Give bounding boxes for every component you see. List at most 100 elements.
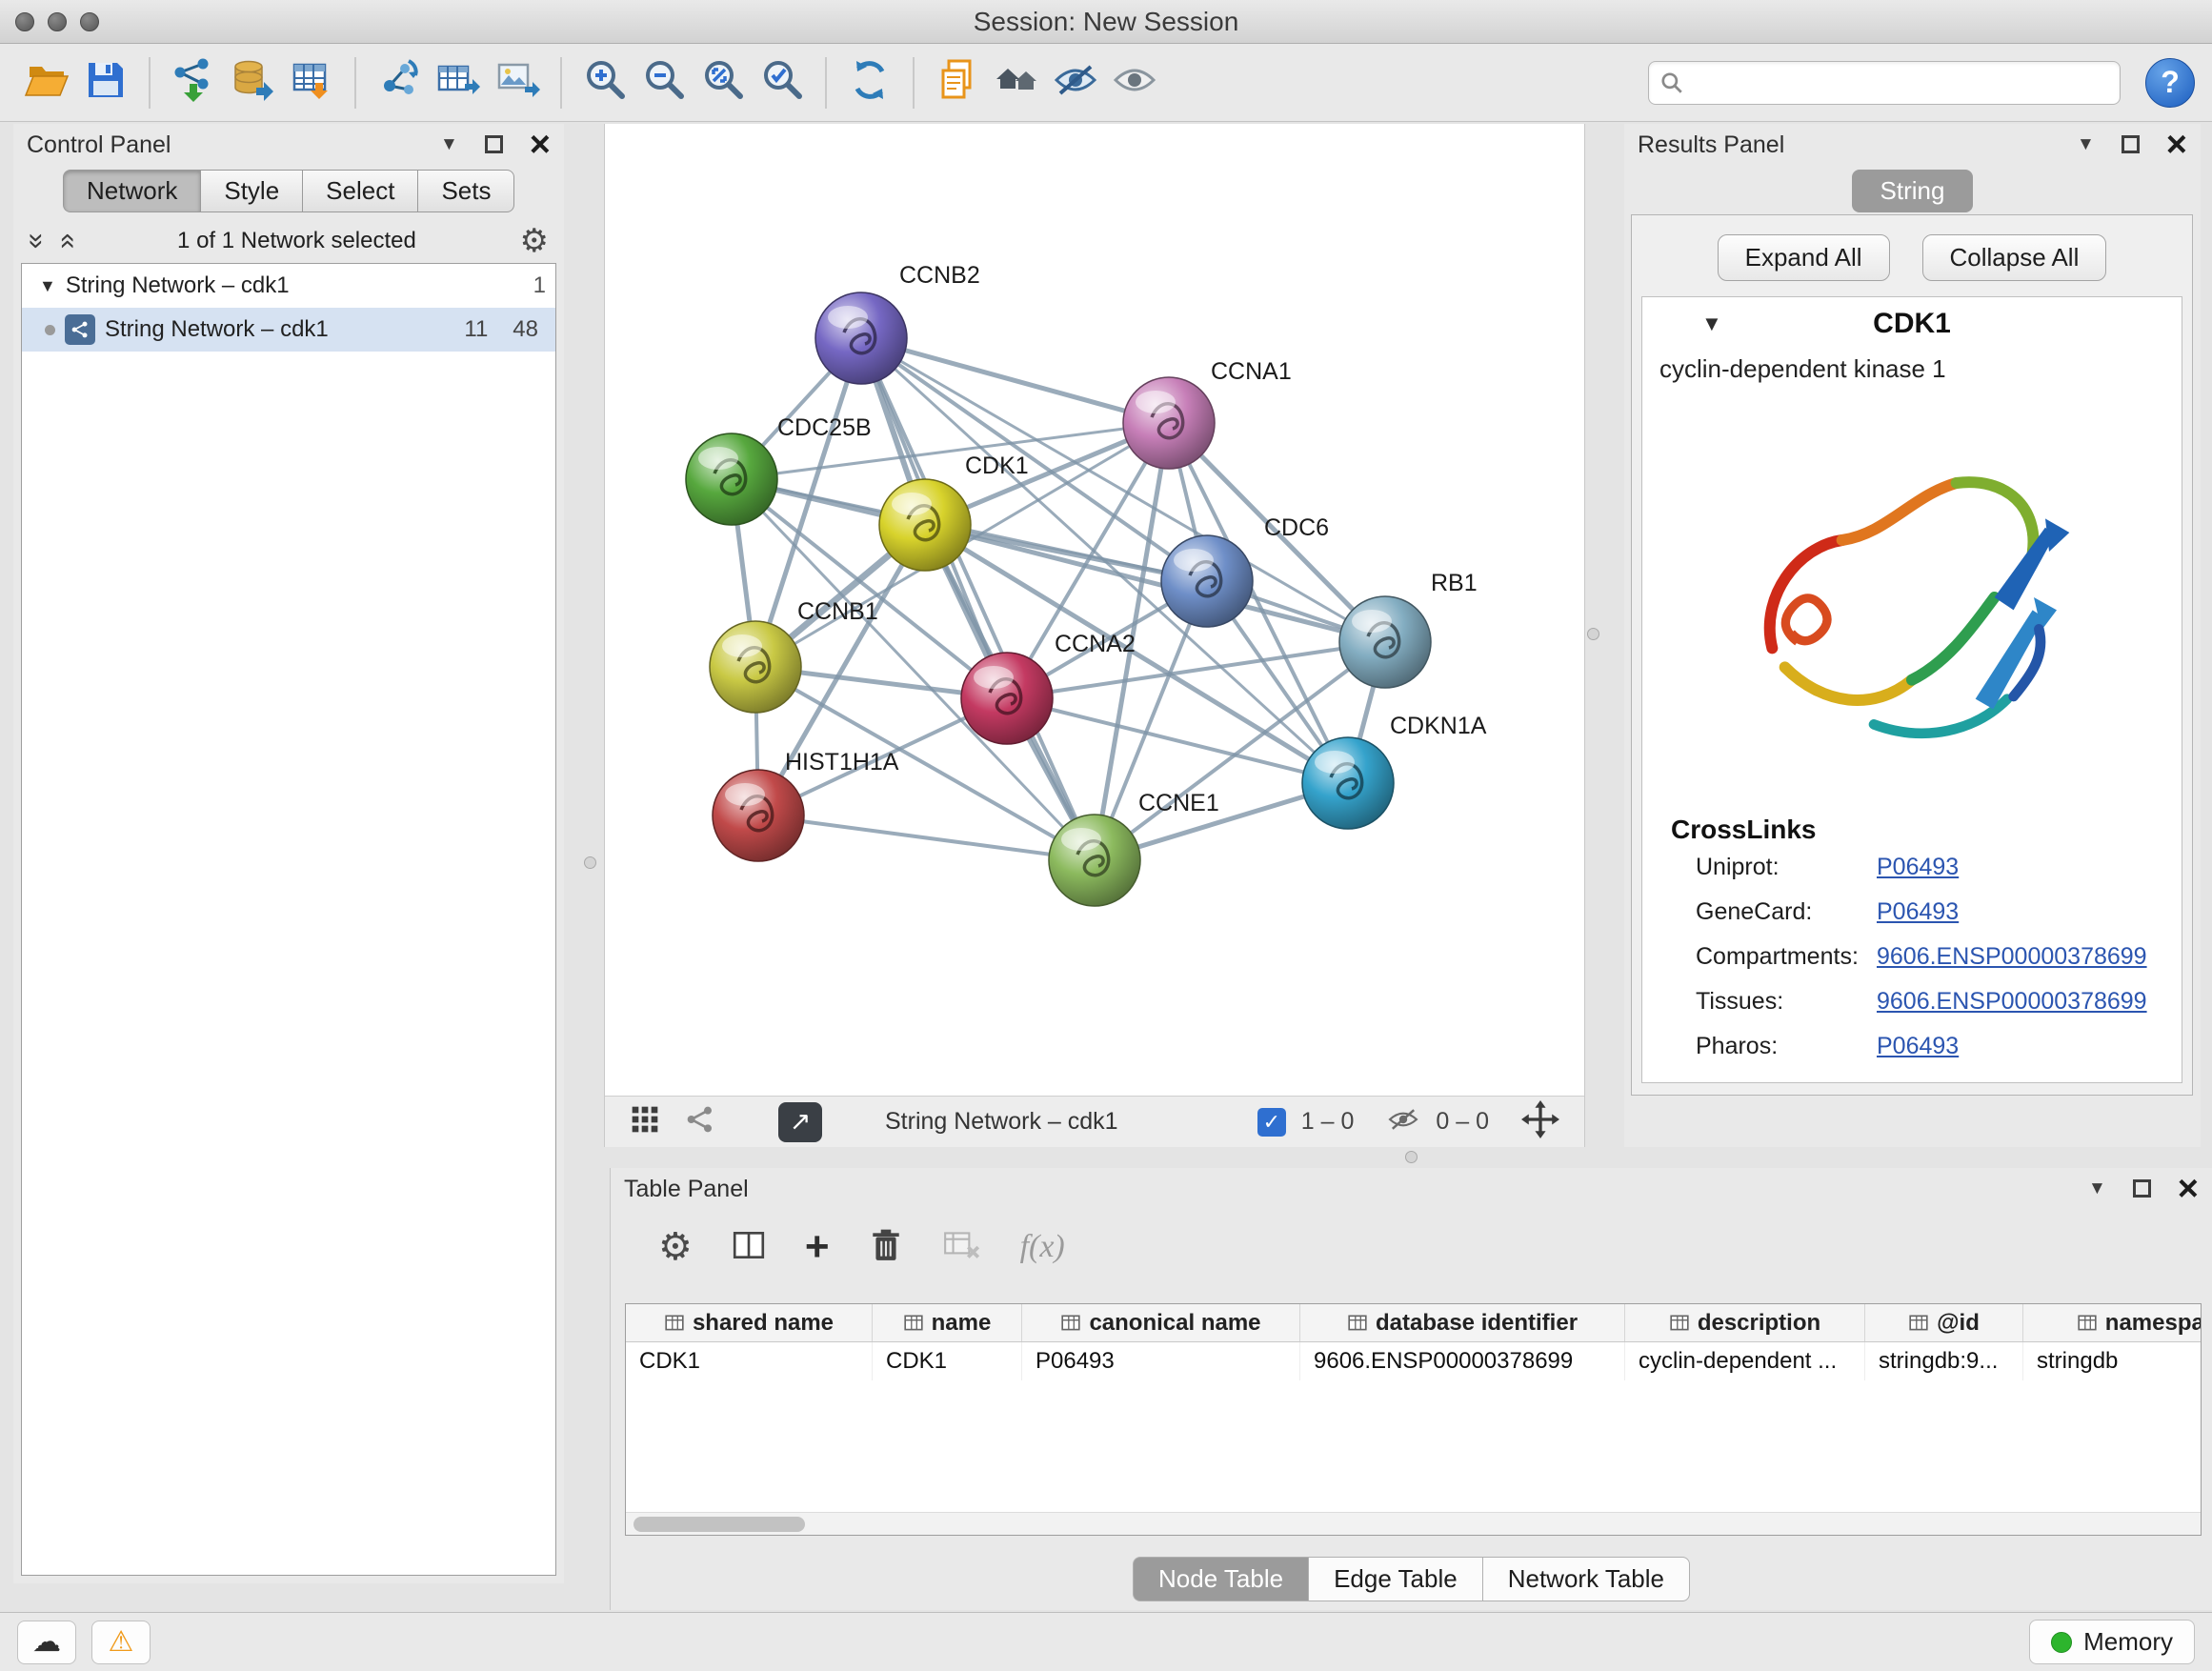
table-settings-gear-icon[interactable]: ⚙ (658, 1228, 693, 1266)
gear-icon[interactable]: ⚙ (520, 225, 549, 257)
tab-node-table[interactable]: Node Table (1133, 1557, 1308, 1601)
tab-style[interactable]: Style (200, 170, 302, 212)
network-node-CCNA1[interactable] (1123, 377, 1215, 469)
clear-table-icon[interactable] (942, 1227, 982, 1268)
export-table-button[interactable] (429, 53, 488, 112)
tab-sets[interactable]: Sets (417, 170, 514, 212)
tree-expand-icon[interactable]: ▼ (39, 276, 56, 296)
column-header-shared-name[interactable]: shared name (626, 1304, 873, 1341)
import-network-file-button[interactable] (164, 53, 223, 112)
splitter-handle[interactable] (1405, 1151, 1418, 1163)
network-edge-CCNB2-CCNE1[interactable] (861, 338, 1095, 860)
splitter-handle[interactable] (1587, 628, 1599, 640)
crosslink-value-link[interactable]: P06493 (1877, 1033, 1959, 1060)
network-node-CDKN1A[interactable] (1302, 737, 1394, 829)
refresh-layout-button[interactable] (840, 53, 899, 112)
network-collection-row[interactable]: ▼ String Network – cdk1 1 (22, 264, 555, 308)
panel-close-icon[interactable]: × (2166, 131, 2187, 159)
add-column-icon[interactable]: + (805, 1230, 830, 1263)
window-close-button[interactable] (15, 12, 34, 31)
column-header-canonical-name[interactable]: canonical name (1022, 1304, 1300, 1341)
memory-button[interactable]: Memory (2029, 1620, 2195, 1664)
cell-name[interactable]: CDK1 (873, 1342, 1022, 1380)
horizontal-scrollbar[interactable] (626, 1512, 2201, 1535)
splitter-handle[interactable] (584, 856, 596, 869)
search-input[interactable] (1648, 61, 2121, 105)
cell-database-identifier[interactable]: 9606.ENSP00000378699 (1300, 1342, 1625, 1380)
network-node-CDK1[interactable] (879, 479, 971, 571)
open-session-button[interactable] (17, 53, 76, 112)
zoom-fit-button[interactable] (694, 53, 753, 112)
tab-select[interactable]: Select (302, 170, 417, 212)
hide-selected-button[interactable] (1046, 53, 1105, 112)
tab-edge-table[interactable]: Edge Table (1308, 1557, 1482, 1601)
collapse-all-icon[interactable]: » (22, 233, 50, 250)
panel-menu-icon[interactable]: ▼ (2088, 1179, 2106, 1198)
help-button[interactable]: ? (2145, 58, 2195, 108)
copy-document-button[interactable] (928, 53, 987, 112)
panel-close-icon[interactable]: × (530, 131, 551, 159)
new-network-from-selection-button[interactable] (370, 53, 429, 112)
network-node-CCNA2[interactable] (961, 653, 1053, 744)
panel-float-icon[interactable] (2133, 1179, 2151, 1198)
network-node-CDC6[interactable] (1161, 535, 1253, 627)
panel-menu-icon[interactable]: ▼ (2077, 135, 2095, 153)
cell-description[interactable]: cyclin-dependent ... (1625, 1342, 1865, 1380)
zoom-in-button[interactable] (575, 53, 634, 112)
zoom-selected-button[interactable] (753, 53, 812, 112)
share-network-icon[interactable] (685, 1104, 715, 1139)
scrollbar-thumb[interactable] (633, 1517, 805, 1532)
selected-checkbox-icon[interactable]: ✓ (1257, 1108, 1286, 1137)
zoom-out-button[interactable] (634, 53, 694, 112)
warnings-button[interactable]: ⚠ (91, 1621, 151, 1664)
grid-view-icon[interactable] (630, 1104, 660, 1139)
column-header-name[interactable]: name (873, 1304, 1022, 1341)
export-image-button[interactable] (488, 53, 547, 112)
crosslink-value-link[interactable]: P06493 (1877, 854, 1959, 881)
network-row[interactable]: String Network – cdk1 11 48 (22, 308, 555, 352)
hidden-eye-slash-icon[interactable] (1386, 1106, 1420, 1137)
column-header-id[interactable]: @id (1865, 1304, 2023, 1341)
network-node-CDC25B[interactable] (686, 433, 777, 525)
network-edge-HIST1H1A-CCNE1[interactable] (758, 815, 1095, 860)
string-home-button[interactable] (987, 53, 1046, 112)
collapse-all-button[interactable]: Collapse All (1922, 234, 2107, 281)
tab-network[interactable]: Network (63, 170, 200, 212)
window-zoom-button[interactable] (80, 12, 99, 31)
show-all-button[interactable] (1105, 53, 1164, 112)
open-in-window-button[interactable]: ↗ (778, 1102, 822, 1142)
network-node-RB1[interactable] (1339, 596, 1431, 688)
tab-network-table[interactable]: Network Table (1482, 1557, 1690, 1601)
network-node-HIST1H1A[interactable] (713, 770, 804, 861)
crosslink-value-link[interactable]: 9606.ENSP00000378699 (1877, 988, 2147, 1016)
save-session-button[interactable] (76, 53, 135, 112)
panel-float-icon[interactable] (485, 135, 503, 153)
delete-column-trash-icon[interactable] (868, 1227, 904, 1268)
network-node-CCNB1[interactable] (710, 621, 801, 713)
network-node-CCNB2[interactable] (815, 292, 907, 384)
network-node-CCNE1[interactable] (1049, 815, 1140, 906)
window-minimize-button[interactable] (48, 12, 67, 31)
import-table-button[interactable] (282, 53, 341, 112)
cell-shared-name[interactable]: CDK1 (626, 1342, 873, 1380)
expand-all-button[interactable]: Expand All (1718, 234, 1890, 281)
show-columns-icon[interactable] (731, 1227, 767, 1268)
column-header-namespace[interactable]: namespac (2023, 1304, 2202, 1341)
table-row[interactable]: CDK1 CDK1 P06493 9606.ENSP00000378699 cy… (626, 1342, 2201, 1380)
cell-id[interactable]: stringdb:9... (1865, 1342, 2023, 1380)
network-canvas[interactable]: CCNB2CCNA1CDC25BCDK1CDC6RB1CCNB1CCNA2CDK… (605, 124, 1584, 1094)
panel-menu-icon[interactable]: ▼ (440, 135, 458, 153)
pan-crosshair-icon[interactable] (1521, 1100, 1559, 1143)
import-network-database-button[interactable] (223, 53, 282, 112)
panel-close-icon[interactable]: × (2178, 1175, 2199, 1203)
cell-canonical-name[interactable]: P06493 (1022, 1342, 1300, 1380)
expand-all-icon[interactable]: » (51, 233, 80, 250)
panel-float-icon[interactable] (2122, 135, 2140, 153)
cell-namespace[interactable]: stringdb (2023, 1342, 2202, 1380)
function-builder-icon[interactable]: f(x) (1020, 1229, 1065, 1265)
crosslink-value-link[interactable]: P06493 (1877, 898, 1959, 926)
crosslink-value-link[interactable]: 9606.ENSP00000378699 (1877, 943, 2147, 971)
column-header-description[interactable]: description (1625, 1304, 1865, 1341)
cloud-status-button[interactable]: ☁ (17, 1621, 76, 1664)
card-collapse-icon[interactable]: ▼ (1701, 312, 1722, 336)
